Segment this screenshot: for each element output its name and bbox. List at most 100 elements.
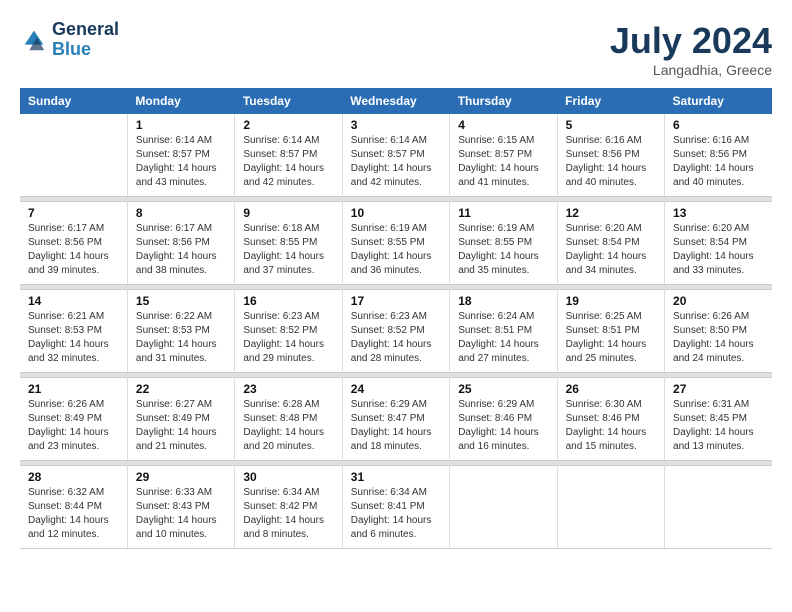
day-cell: 15 Sunrise: 6:22 AMSunset: 8:53 PMDayligh…: [127, 290, 234, 373]
day-info: Sunrise: 6:33 AMSunset: 8:43 PMDaylight:…: [136, 486, 226, 542]
day-number: 24: [351, 382, 441, 396]
day-number: 16: [243, 294, 333, 308]
day-number: 4: [458, 118, 548, 132]
day-info: Sunrise: 6:29 AMSunset: 8:47 PMDaylight:…: [351, 398, 441, 454]
day-cell: 31 Sunrise: 6:34 AMSunset: 8:41 PMDayligh…: [342, 466, 449, 549]
day-info: Sunrise: 6:34 AMSunset: 8:41 PMDaylight:…: [351, 486, 441, 542]
day-number: 29: [136, 470, 226, 484]
day-cell: 22 Sunrise: 6:27 AMSunset: 8:49 PMDayligh…: [127, 378, 234, 461]
day-cell: 8Sunrise: 6:17 AMSunset: 8:56 PMDaylight…: [127, 202, 234, 285]
title-block: July 2024 Langadhia, Greece: [610, 20, 772, 78]
day-info: Sunrise: 6:20 AMSunset: 8:54 PMDaylight:…: [566, 222, 656, 278]
day-info: Sunrise: 6:17 AMSunset: 8:56 PMDaylight:…: [28, 222, 119, 278]
day-number: 8: [136, 206, 226, 220]
day-number: 18: [458, 294, 548, 308]
day-info: Sunrise: 6:20 AMSunset: 8:54 PMDaylight:…: [673, 222, 764, 278]
day-info: Sunrise: 6:23 AMSunset: 8:52 PMDaylight:…: [243, 310, 333, 366]
day-info: Sunrise: 6:18 AMSunset: 8:55 PMDaylight:…: [243, 222, 333, 278]
day-number: 6: [673, 118, 764, 132]
page-header: General Blue July 2024 Langadhia, Greece: [20, 20, 772, 78]
calendar-header: Sunday Monday Tuesday Wednesday Thursday…: [20, 88, 772, 114]
day-info: Sunrise: 6:31 AMSunset: 8:45 PMDaylight:…: [673, 398, 764, 454]
day-number: 31: [351, 470, 441, 484]
day-number: 30: [243, 470, 333, 484]
day-info: Sunrise: 6:14 AMSunset: 8:57 PMDaylight:…: [136, 134, 226, 190]
day-cell: 3Sunrise: 6:14 AMSunset: 8:57 PMDaylight…: [342, 114, 449, 197]
day-number: 5: [566, 118, 656, 132]
day-cell: 7Sunrise: 6:17 AMSunset: 8:56 PMDaylight…: [20, 202, 127, 285]
day-info: Sunrise: 6:32 AMSunset: 8:44 PMDaylight:…: [28, 486, 119, 542]
day-number: 17: [351, 294, 441, 308]
day-cell: 25 Sunrise: 6:29 AMSunset: 8:46 PMDayligh…: [450, 378, 557, 461]
day-number: 25: [458, 382, 548, 396]
day-cell: 16 Sunrise: 6:23 AMSunset: 8:52 PMDayligh…: [235, 290, 342, 373]
day-info: Sunrise: 6:22 AMSunset: 8:53 PMDaylight:…: [136, 310, 226, 366]
day-cell: 5Sunrise: 6:16 AMSunset: 8:56 PMDaylight…: [557, 114, 664, 197]
day-cell: [557, 466, 664, 549]
week-row-5: 28 Sunrise: 6:32 AMSunset: 8:44 PMDayligh…: [20, 466, 772, 549]
day-number: 21: [28, 382, 119, 396]
day-info: Sunrise: 6:16 AMSunset: 8:56 PMDaylight:…: [673, 134, 764, 190]
day-number: 27: [673, 382, 764, 396]
day-cell: 19 Sunrise: 6:25 AMSunset: 8:51 PMDayligh…: [557, 290, 664, 373]
day-cell: 18 Sunrise: 6:24 AMSunset: 8:51 PMDayligh…: [450, 290, 557, 373]
day-cell: 13 Sunrise: 6:20 AMSunset: 8:54 PMDayligh…: [665, 202, 772, 285]
week-row-3: 14 Sunrise: 6:21 AMSunset: 8:53 PMDayligh…: [20, 290, 772, 373]
header-saturday: Saturday: [665, 88, 772, 114]
day-info: Sunrise: 6:26 AMSunset: 8:50 PMDaylight:…: [673, 310, 764, 366]
day-info: Sunrise: 6:19 AMSunset: 8:55 PMDaylight:…: [351, 222, 441, 278]
day-info: Sunrise: 6:27 AMSunset: 8:49 PMDaylight:…: [136, 398, 226, 454]
day-info: Sunrise: 6:14 AMSunset: 8:57 PMDaylight:…: [243, 134, 333, 190]
calendar-body: 1 Sunrise: 6:14 AMSunset: 8:57 PMDaylight…: [20, 114, 772, 549]
day-info: Sunrise: 6:30 AMSunset: 8:46 PMDaylight:…: [566, 398, 656, 454]
location: Langadhia, Greece: [610, 62, 772, 78]
day-info: Sunrise: 6:19 AMSunset: 8:55 PMDaylight:…: [458, 222, 548, 278]
day-info: Sunrise: 6:24 AMSunset: 8:51 PMDaylight:…: [458, 310, 548, 366]
logo: General Blue: [20, 20, 119, 60]
day-cell: [665, 466, 772, 549]
day-number: 11: [458, 206, 548, 220]
week-row-1: 1 Sunrise: 6:14 AMSunset: 8:57 PMDaylight…: [20, 114, 772, 197]
logo-icon: [20, 26, 48, 54]
day-info: Sunrise: 6:21 AMSunset: 8:53 PMDaylight:…: [28, 310, 119, 366]
day-cell: 12Sunrise: 6:20 AMSunset: 8:54 PMDayligh…: [557, 202, 664, 285]
day-cell: [20, 114, 127, 197]
header-monday: Monday: [127, 88, 234, 114]
day-cell: 10 Sunrise: 6:19 AMSunset: 8:55 PMDayligh…: [342, 202, 449, 285]
day-number: 13: [673, 206, 764, 220]
day-info: Sunrise: 6:25 AMSunset: 8:51 PMDaylight:…: [566, 310, 656, 366]
day-number: 22: [136, 382, 226, 396]
header-thursday: Thursday: [450, 88, 557, 114]
day-info: Sunrise: 6:29 AMSunset: 8:46 PMDaylight:…: [458, 398, 548, 454]
day-cell: 14 Sunrise: 6:21 AMSunset: 8:53 PMDayligh…: [20, 290, 127, 373]
day-number: 10: [351, 206, 441, 220]
day-cell: 4 Sunrise: 6:15 AMSunset: 8:57 PMDaylight…: [450, 114, 557, 197]
day-cell: 6 Sunrise: 6:16 AMSunset: 8:56 PMDaylight…: [665, 114, 772, 197]
calendar-table: Sunday Monday Tuesday Wednesday Thursday…: [20, 88, 772, 549]
header-wednesday: Wednesday: [342, 88, 449, 114]
day-number: 28: [28, 470, 119, 484]
day-cell: 17Sunrise: 6:23 AMSunset: 8:52 PMDayligh…: [342, 290, 449, 373]
day-cell: 30 Sunrise: 6:34 AMSunset: 8:42 PMDayligh…: [235, 466, 342, 549]
header-row: Sunday Monday Tuesday Wednesday Thursday…: [20, 88, 772, 114]
day-cell: [450, 466, 557, 549]
week-row-2: 7Sunrise: 6:17 AMSunset: 8:56 PMDaylight…: [20, 202, 772, 285]
day-cell: 1 Sunrise: 6:14 AMSunset: 8:57 PMDaylight…: [127, 114, 234, 197]
day-number: 19: [566, 294, 656, 308]
day-cell: 11 Sunrise: 6:19 AMSunset: 8:55 PMDayligh…: [450, 202, 557, 285]
day-number: 15: [136, 294, 226, 308]
day-number: 14: [28, 294, 119, 308]
day-number: 9: [243, 206, 333, 220]
day-cell: 9 Sunrise: 6:18 AMSunset: 8:55 PMDaylight…: [235, 202, 342, 285]
month-title: July 2024: [610, 20, 772, 62]
day-info: Sunrise: 6:34 AMSunset: 8:42 PMDaylight:…: [243, 486, 333, 542]
day-number: 1: [136, 118, 226, 132]
day-cell: 29 Sunrise: 6:33 AMSunset: 8:43 PMDayligh…: [127, 466, 234, 549]
day-info: Sunrise: 6:14 AMSunset: 8:57 PMDaylight:…: [351, 134, 441, 190]
day-cell: 27 Sunrise: 6:31 AMSunset: 8:45 PMDayligh…: [665, 378, 772, 461]
header-sunday: Sunday: [20, 88, 127, 114]
day-cell: 24 Sunrise: 6:29 AMSunset: 8:47 PMDayligh…: [342, 378, 449, 461]
day-info: Sunrise: 6:15 AMSunset: 8:57 PMDaylight:…: [458, 134, 548, 190]
day-info: Sunrise: 6:26 AMSunset: 8:49 PMDaylight:…: [28, 398, 119, 454]
day-number: 26: [566, 382, 656, 396]
